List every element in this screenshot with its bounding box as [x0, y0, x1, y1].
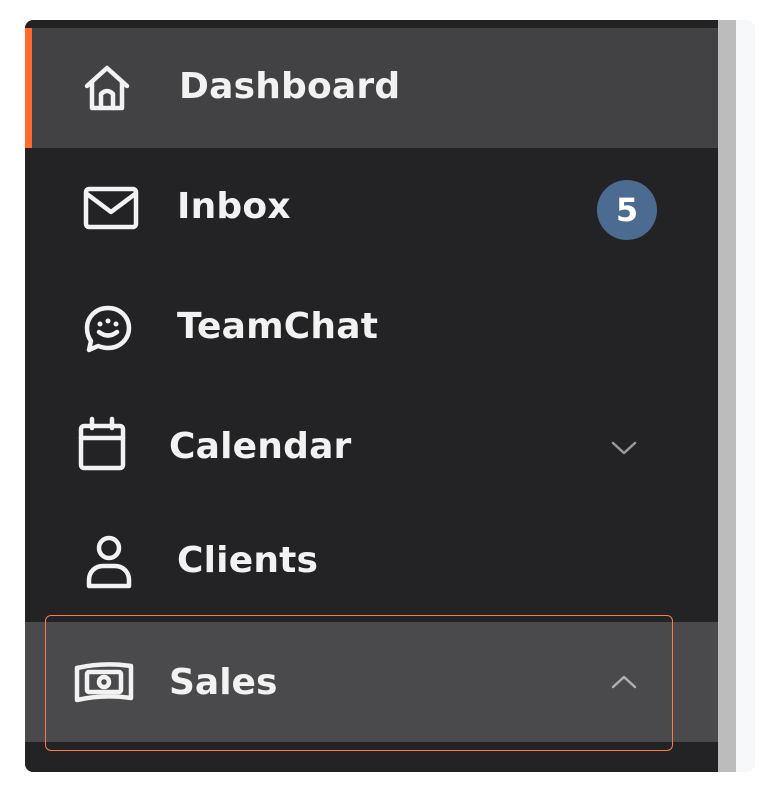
- app-frame: Dashboard Inbox 5 TeamChat Calendar Clie…: [25, 20, 755, 772]
- sidebar-item-label: Clients: [177, 540, 319, 581]
- sidebar-item-teamchat[interactable]: TeamChat: [25, 268, 718, 386]
- sidebar-item-label: Dashboard: [179, 66, 401, 107]
- sidebar-item-clients[interactable]: Clients: [25, 504, 718, 622]
- active-indicator: [25, 28, 32, 148]
- sidebar-item-calendar[interactable]: Calendar: [25, 386, 718, 504]
- sidebar-item-label: Inbox: [177, 186, 291, 227]
- sidebar-nav: Dashboard Inbox 5 TeamChat Calendar Clie…: [25, 20, 718, 772]
- unread-count-badge: 5: [597, 180, 657, 240]
- sidebar-item-label: TeamChat: [177, 306, 379, 347]
- focus-highlight-outline: [45, 615, 673, 751]
- calendar-icon: [77, 416, 126, 471]
- home-icon: [83, 64, 131, 112]
- chat-icon: [83, 304, 132, 353]
- sidebar-item-label: Calendar: [169, 426, 352, 467]
- scrollbar-track[interactable]: [718, 20, 736, 772]
- chevron-down-icon[interactable]: [607, 438, 641, 458]
- mail-icon: [83, 186, 139, 234]
- sidebar-item-inbox[interactable]: Inbox 5: [25, 148, 718, 268]
- user-icon: [85, 534, 133, 589]
- scrollbar-thumb[interactable]: [718, 20, 736, 772]
- sidebar-item-dashboard[interactable]: Dashboard: [25, 28, 718, 148]
